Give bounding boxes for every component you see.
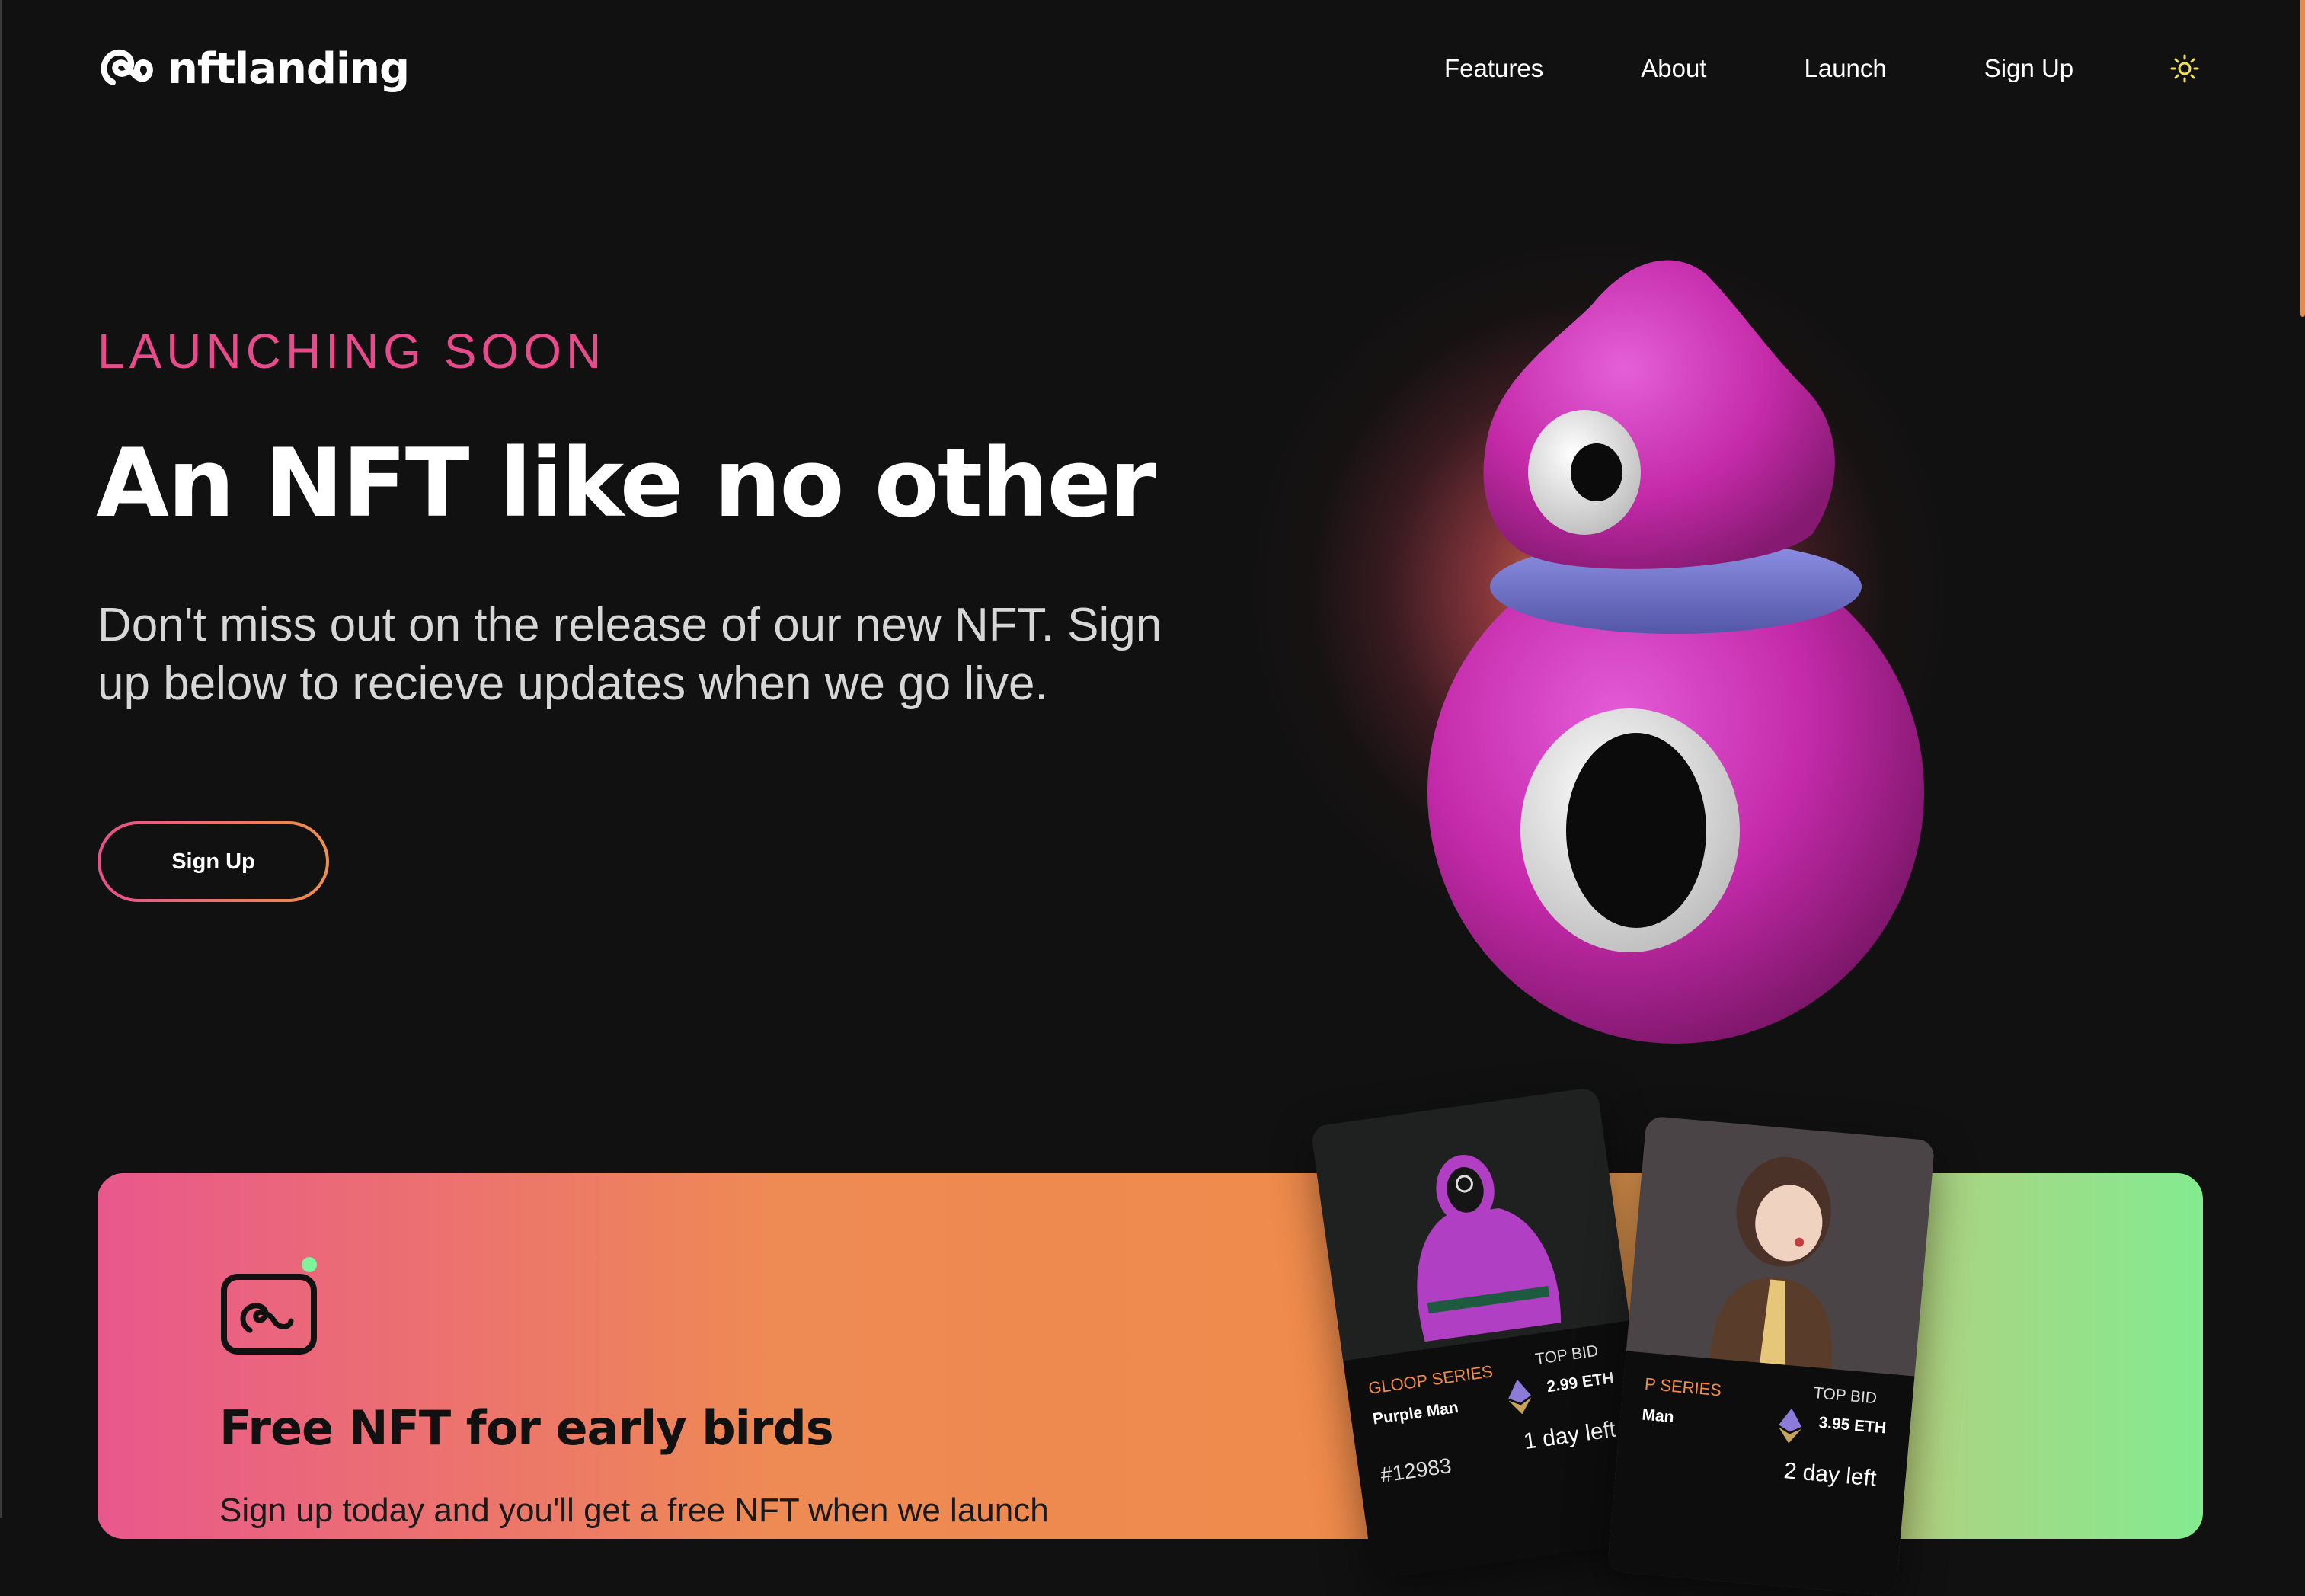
hero-subtitle: Don't miss out on the release of our new… bbox=[98, 599, 1162, 710]
nft-card-info: P SERIES Man TOP BID 3.95 ETH 2 day left bbox=[1606, 1351, 1915, 1596]
nft-series: P SERIES bbox=[1644, 1374, 1723, 1400]
main-nav: Features About Launch Sign Up bbox=[1444, 53, 2200, 84]
app-swirl-icon bbox=[221, 1257, 317, 1355]
hero-eyebrow: LAUNCHING SOON bbox=[98, 324, 606, 379]
pink-cyclops-mascot bbox=[1427, 260, 1924, 1044]
time-left: 1 day left bbox=[1522, 1416, 1618, 1455]
brand-logo[interactable]: nftlanding bbox=[96, 40, 410, 98]
ethereum-icon bbox=[1778, 1408, 1802, 1444]
nft-name: Purple Man bbox=[1371, 1399, 1459, 1428]
nav-link-about[interactable]: About bbox=[1641, 54, 1706, 83]
scrollbar-thumb[interactable] bbox=[2300, 0, 2305, 317]
nft-card-purple-man[interactable]: GLOOP SERIES Purple Man TOP BID 2.99 ETH… bbox=[1310, 1086, 1661, 1580]
time-left: 2 day left bbox=[1782, 1458, 1878, 1492]
nft-name: Man bbox=[1641, 1406, 1675, 1427]
nav-link-launch[interactable]: Launch bbox=[1804, 54, 1886, 83]
hero-sign-up-button[interactable]: Sign Up bbox=[98, 821, 329, 902]
nav-link-sign-up[interactable]: Sign Up bbox=[1984, 54, 2073, 83]
page-edge bbox=[0, 0, 2, 1518]
top-bid-label: TOP BID bbox=[1812, 1384, 1878, 1408]
bid-price: 2.99 ETH bbox=[1546, 1369, 1616, 1396]
nft-series: GLOOP SERIES bbox=[1367, 1361, 1495, 1398]
sun-icon[interactable] bbox=[2169, 53, 2200, 84]
bid-price: 3.95 ETH bbox=[1817, 1413, 1888, 1438]
girl-figure-artwork bbox=[1626, 1115, 1936, 1377]
nft-card-man[interactable]: P SERIES Man TOP BID 3.95 ETH 2 day left bbox=[1606, 1115, 1936, 1596]
token-id: #12983 bbox=[1379, 1454, 1453, 1487]
ethereum-icon bbox=[1508, 1379, 1532, 1415]
hero-sign-up-label: Sign Up bbox=[101, 824, 326, 899]
nav-link-features[interactable]: Features bbox=[1444, 54, 1543, 83]
brand-name: nftlanding bbox=[168, 43, 410, 94]
hero-title: An NFT like no other bbox=[96, 429, 1156, 539]
feature-title: Free NFT for early birds bbox=[219, 1400, 834, 1456]
swirl-logo-icon bbox=[101, 49, 153, 85]
feature-description: Sign up today and you'll get a free NFT … bbox=[219, 1492, 1049, 1529]
top-bid-label: TOP BID bbox=[1533, 1342, 1600, 1369]
purple-man-artwork bbox=[1310, 1086, 1630, 1361]
